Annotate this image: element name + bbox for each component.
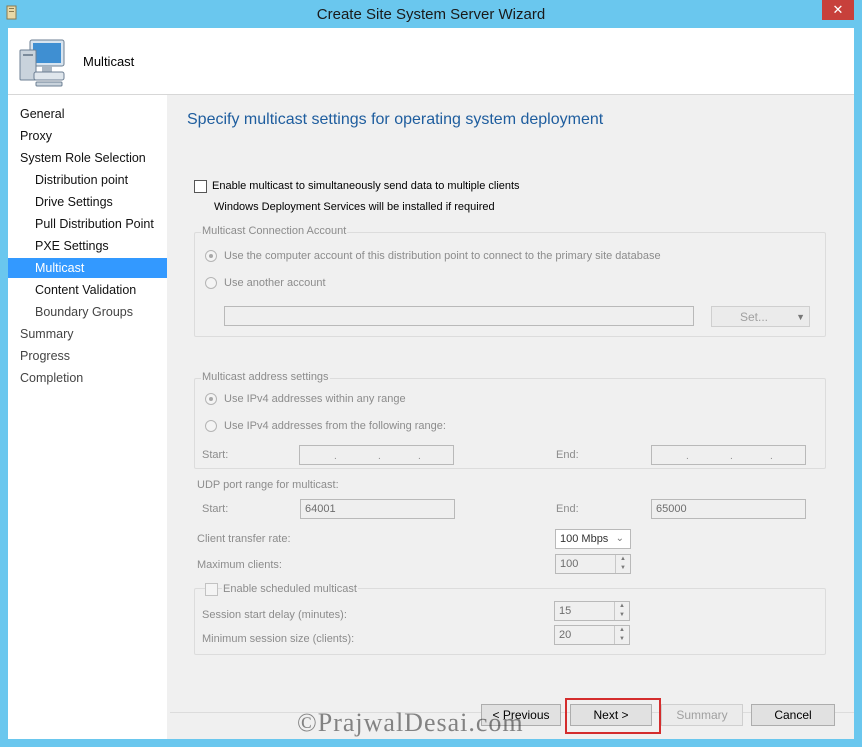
wizard-content: Specify multicast settings for operating… bbox=[170, 95, 854, 739]
next-button[interactable]: Next > bbox=[570, 704, 652, 726]
session-start-delay-stepper[interactable]: 15 ▲ ▼ bbox=[554, 601, 630, 621]
udp-range-label: UDP port range for multicast: bbox=[197, 479, 339, 491]
window-title: Create Site System Server Wizard bbox=[316, 6, 546, 23]
nav-item-multicast[interactable]: Multicast bbox=[8, 258, 167, 278]
udp-start-label: Start: bbox=[202, 503, 229, 515]
computer-icon bbox=[19, 39, 65, 87]
udp-end-input[interactable]: 65000 bbox=[651, 499, 806, 519]
enable-scheduled-checkbox[interactable] bbox=[205, 583, 218, 596]
udp-end-label: End: bbox=[556, 503, 579, 515]
use-another-account-radio[interactable] bbox=[205, 277, 217, 289]
nav-item-drive-settings[interactable]: Drive Settings bbox=[8, 192, 167, 212]
session-start-delay-label: Session start delay (minutes): bbox=[202, 609, 347, 621]
transfer-rate-value: 100 Mbps bbox=[560, 533, 609, 545]
enable-multicast-checkbox[interactable] bbox=[194, 180, 207, 193]
use-any-range-label: Use IPv4 addresses within any range bbox=[224, 393, 406, 405]
title-bar: Create Site System Server Wizard ✕ bbox=[0, 0, 862, 28]
spin-arrows-icon: ▲ ▼ bbox=[614, 626, 629, 644]
enable-multicast-label: Enable multicast to simultaneously send … bbox=[212, 180, 520, 192]
nav-item-pull-distribution-point[interactable]: Pull Distribution Point bbox=[8, 214, 167, 234]
wds-note: Windows Deployment Services will be inst… bbox=[214, 201, 495, 213]
enable-scheduled-label: Enable scheduled multicast bbox=[222, 583, 358, 595]
wizard-client: Multicast General Proxy System Role Sele… bbox=[8, 28, 854, 739]
nav-item-pxe-settings[interactable]: PXE Settings bbox=[8, 236, 167, 256]
nav-item-distribution-point[interactable]: Distribution point bbox=[8, 170, 167, 190]
dropdown-arrow-icon: ▼ bbox=[796, 312, 805, 322]
nav-item-summary[interactable]: Summary bbox=[8, 324, 167, 344]
page-title: Specify multicast settings for operating… bbox=[187, 111, 604, 128]
nav-item-progress[interactable]: Progress bbox=[8, 346, 167, 366]
set-account-label: Set... bbox=[740, 310, 769, 324]
address-start-input[interactable]: . . . bbox=[299, 445, 454, 465]
close-button[interactable]: ✕ bbox=[822, 0, 854, 20]
cancel-button[interactable]: Cancel bbox=[751, 704, 835, 726]
transfer-rate-select[interactable]: 100 Mbps ⌄ bbox=[555, 529, 631, 549]
nav-item-content-validation[interactable]: Content Validation bbox=[8, 280, 167, 300]
use-another-account-label: Use another account bbox=[224, 277, 326, 289]
page-heading: Multicast bbox=[83, 54, 135, 69]
nav-item-boundary-groups[interactable]: Boundary Groups bbox=[8, 302, 167, 322]
nav-item-completion[interactable]: Completion bbox=[8, 368, 167, 388]
nav-item-proxy[interactable]: Proxy bbox=[8, 126, 167, 146]
nav-item-system-role-selection[interactable]: System Role Selection bbox=[8, 148, 167, 168]
transfer-rate-label: Client transfer rate: bbox=[197, 533, 291, 545]
use-following-range-radio[interactable] bbox=[205, 420, 217, 432]
use-following-range-label: Use IPv4 addresses from the following ra… bbox=[224, 420, 446, 432]
set-account-button[interactable]: Set... ▼ bbox=[711, 306, 810, 327]
max-clients-label: Maximum clients: bbox=[197, 559, 282, 571]
session-start-delay-value: 15 bbox=[559, 605, 572, 617]
use-computer-account-radio[interactable] bbox=[205, 250, 217, 262]
summary-button[interactable]: Summary bbox=[661, 704, 743, 726]
use-any-range-radio[interactable] bbox=[205, 393, 217, 405]
max-clients-value: 100 bbox=[560, 558, 579, 570]
min-session-size-stepper[interactable]: 20 ▲ ▼ bbox=[554, 625, 630, 645]
watermark: ©PrajwalDesai.com bbox=[297, 708, 524, 737]
use-computer-account-label: Use the computer account of this distrib… bbox=[224, 250, 661, 262]
chevron-down-icon: ⌄ bbox=[615, 533, 624, 544]
max-clients-stepper[interactable]: 100 ▲ ▼ bbox=[555, 554, 631, 574]
connection-account-group-label: Multicast Connection Account bbox=[201, 225, 348, 237]
min-session-size-label: Minimum session size (clients): bbox=[202, 633, 355, 645]
address-start-label: Start: bbox=[202, 449, 229, 461]
wizard-header: Multicast bbox=[8, 28, 854, 95]
address-end-input[interactable]: . . . bbox=[651, 445, 806, 465]
address-settings-group-label: Multicast address settings bbox=[201, 371, 330, 383]
account-field[interactable] bbox=[224, 306, 694, 326]
udp-start-input[interactable]: 64001 bbox=[300, 499, 455, 519]
wizard-nav: General Proxy System Role Selection Dist… bbox=[8, 95, 167, 739]
min-session-size-value: 20 bbox=[559, 629, 572, 641]
address-end-label: End: bbox=[556, 449, 579, 461]
spin-arrows-icon: ▲ ▼ bbox=[615, 555, 630, 573]
nav-item-general[interactable]: General bbox=[8, 104, 167, 124]
wizard-window: Create Site System Server Wizard ✕ Multi… bbox=[0, 0, 862, 747]
spin-arrows-icon: ▲ ▼ bbox=[614, 602, 629, 620]
